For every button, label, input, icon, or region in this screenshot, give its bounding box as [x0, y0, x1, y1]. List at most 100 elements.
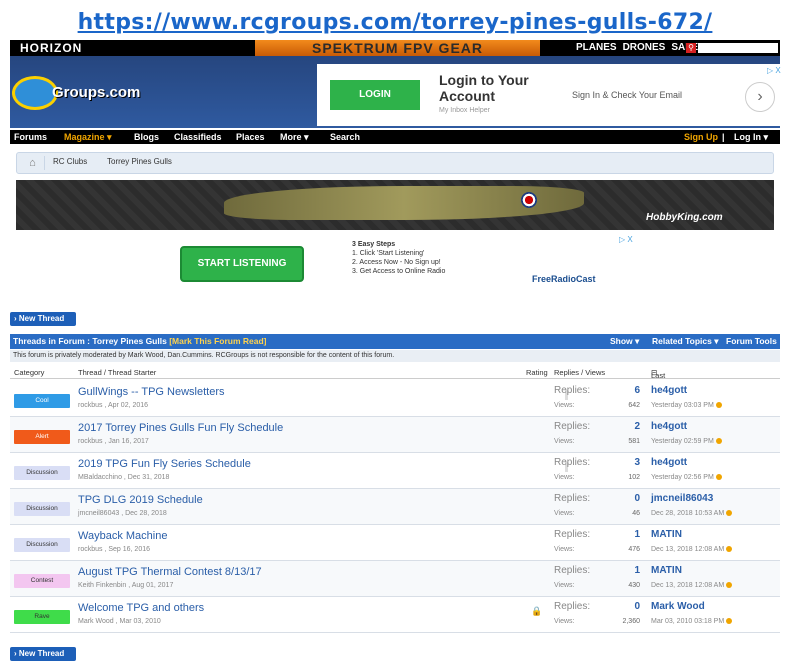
table-row[interactable]: Discussion TPG DLG 2019 Schedule jmcneil86…	[10, 489, 780, 525]
table-row[interactable]: Discussion Wayback Machine rockbus , Sep 1…	[10, 525, 780, 561]
last-post-user[interactable]: MATIN	[651, 565, 682, 576]
nav-magazine[interactable]: Magazine ▾	[64, 132, 112, 143]
go-to-last-post-icon[interactable]	[726, 510, 733, 517]
table-row[interactable]: Alert 2017 Torrey Pines Gulls Fun Fly Sch…	[10, 417, 780, 453]
category-tag[interactable]: Alert	[14, 430, 70, 444]
nav-planes[interactable]: PLANES	[576, 42, 617, 53]
thread-starter[interactable]: Keith Finkenbin , Aug 01, 2017	[78, 582, 173, 589]
table-row[interactable]: Discussion 2019 TPG Fun Fly Series Schedu…	[10, 453, 780, 489]
hobbyking-banner-ad[interactable]: HobbyKing.com	[16, 180, 774, 230]
nav-search[interactable]: Search	[330, 132, 360, 142]
nav-more[interactable]: More ▾	[280, 132, 309, 143]
thread-starter[interactable]: rockbus , Sep 16, 2016	[78, 546, 150, 553]
col-last-post[interactable]: Last Post ⊟	[651, 368, 666, 389]
thread-starter[interactable]: rockbus , Apr 02, 2016	[78, 402, 148, 409]
search-icon[interactable]: ⚲	[686, 43, 696, 53]
category-tag[interactable]: Discussion	[14, 502, 70, 516]
sign-up-link[interactable]: Sign Up	[684, 132, 718, 142]
horizon-search-input[interactable]	[698, 43, 778, 53]
go-to-last-post-icon[interactable]	[726, 582, 733, 589]
last-post-date-text: Yesterday 02:59 PM	[651, 438, 714, 445]
last-post-user[interactable]: he4gott	[651, 457, 687, 468]
go-to-last-post-icon[interactable]	[715, 402, 722, 409]
nav-drones[interactable]: DRONES	[623, 42, 666, 53]
last-post-user[interactable]: he4gott	[651, 385, 687, 396]
table-row[interactable]: Contest August TPG Thermal Contest 8/13/1…	[10, 561, 780, 597]
breadcrumb-rc-clubs[interactable]: RC Clubs	[53, 157, 87, 166]
col-thread[interactable]: Thread / Thread Starter	[78, 368, 156, 377]
category-tag[interactable]: Discussion	[14, 538, 70, 552]
thread-starter[interactable]: Mark Wood , Mar 03, 2010	[78, 618, 161, 625]
ad-right-text: Sign In & Check Your Email	[572, 90, 683, 100]
start-listening-button[interactable]: START LISTENING	[180, 246, 304, 282]
last-post-date-text: Mar 03, 2010 03:18 PM	[651, 618, 725, 625]
ad-choices-icon[interactable]: ▷ X	[619, 235, 633, 244]
new-thread-button[interactable]: › New Thread	[10, 312, 76, 326]
category-tag[interactable]: Cool	[14, 394, 70, 408]
thread-starter[interactable]: MBaldacchino , Dec 31, 2018	[78, 474, 169, 481]
breadcrumb-torrey-pines-gulls[interactable]: Torrey Pines Gulls	[107, 157, 172, 166]
ad-login-button[interactable]: LOGIN	[330, 80, 420, 110]
table-row[interactable]: Cool GullWings -- TPG Newsletters rockbus …	[10, 381, 780, 417]
last-post-date: Yesterday 03:03 PM	[651, 402, 722, 409]
replies-count[interactable]: 1	[622, 529, 640, 540]
thread-title-link[interactable]: 2019 TPG Fun Fly Series Schedule	[78, 458, 251, 470]
thread-title-link[interactable]: Wayback Machine	[78, 530, 167, 542]
chevron-right-icon[interactable]: ›	[745, 82, 775, 112]
views-label: Views:	[554, 402, 575, 409]
nav-forums[interactable]: Forums	[14, 132, 47, 142]
spektrum-banner[interactable]: SPEKTRUM FPV GEAR	[255, 40, 540, 56]
ad-choices-icon[interactable]: ▷ X	[767, 66, 781, 75]
thread-starter[interactable]: jmcneil86043 , Dec 28, 2018	[78, 510, 167, 517]
horizon-logo[interactable]: HORIZON	[20, 41, 82, 55]
category-tag[interactable]: Discussion	[14, 466, 70, 480]
ad-step-1: 1. Click 'Start Listening'	[352, 250, 425, 257]
thread-title-link[interactable]: Welcome TPG and others	[78, 602, 204, 614]
last-post-user[interactable]: MATIN	[651, 529, 682, 540]
last-post-user[interactable]: jmcneil86043	[651, 493, 713, 504]
col-category[interactable]: Category	[14, 368, 44, 377]
login-ad[interactable]: LOGIN Login to Your Account My Inbox Hel…	[317, 64, 787, 126]
nav-places[interactable]: Places	[236, 132, 265, 142]
views-label: Views:	[554, 438, 575, 445]
freeradiocast-brand: FreeRadioCast	[532, 274, 596, 284]
thread-starter[interactable]: rockbus , Jan 16, 2017	[78, 438, 149, 445]
go-to-last-post-icon[interactable]	[726, 618, 733, 625]
go-to-last-post-icon[interactable]	[715, 438, 722, 445]
replies-count[interactable]: 0	[622, 493, 640, 504]
related-topics-dropdown[interactable]: Related Topics ▾	[652, 336, 718, 347]
rcgroups-logo[interactable]: Groups.com	[12, 76, 162, 112]
col-replies-views[interactable]: Replies / Views	[554, 368, 605, 377]
page-url-link[interactable]: https://www.rcgroups.com/torrey-pines-gu…	[78, 10, 713, 35]
category-tag[interactable]: Contest	[14, 574, 70, 588]
go-to-last-post-icon[interactable]	[726, 546, 733, 553]
last-post-user[interactable]: he4gott	[651, 421, 687, 432]
breadcrumb: ⌂ RC Clubs Torrey Pines Gulls	[16, 152, 774, 174]
nav-classifieds[interactable]: Classifieds	[174, 132, 222, 142]
thread-title-link[interactable]: 2017 Torrey Pines Gulls Fun Fly Schedule	[78, 422, 283, 434]
table-row[interactable]: Rave Welcome TPG and others Mark Wood , Ma…	[10, 597, 780, 633]
replies-count[interactable]: 6	[622, 385, 640, 396]
col-rating[interactable]: Rating	[526, 368, 548, 377]
replies-count[interactable]: 1	[622, 565, 640, 576]
thread-title-link[interactable]: GullWings -- TPG Newsletters	[78, 386, 225, 398]
nav-blogs[interactable]: Blogs	[134, 132, 159, 142]
replies-count[interactable]: 0	[622, 601, 640, 612]
new-thread-button-bottom[interactable]: › New Thread	[10, 647, 76, 661]
replies-count[interactable]: 3	[622, 457, 640, 468]
last-post-user[interactable]: Mark Wood	[651, 601, 705, 612]
mark-forum-read-link[interactable]: [Mark This Forum Read]	[169, 336, 266, 346]
views-label: Views:	[554, 582, 575, 589]
last-post-date-text: Dec 13, 2018 12:08 AM	[651, 546, 725, 553]
go-to-last-post-icon[interactable]	[715, 474, 722, 481]
log-in-link[interactable]: Log In ▾	[734, 132, 768, 143]
moderation-notice: This forum is privately moderated by Mar…	[10, 350, 780, 362]
category-tag[interactable]: Rave	[14, 610, 70, 624]
thread-title-link[interactable]: August TPG Thermal Contest 8/13/17	[78, 566, 262, 578]
thread-title-link[interactable]: TPG DLG 2019 Schedule	[78, 494, 203, 506]
radio-ad[interactable]: START LISTENING 3 Easy Steps 1. Click 'S…	[164, 232, 639, 292]
show-dropdown[interactable]: Show ▾	[610, 336, 639, 347]
home-icon[interactable]: ⌂	[21, 156, 45, 170]
replies-count[interactable]: 2	[622, 421, 640, 432]
new-thread-label: New Thread	[18, 314, 65, 323]
